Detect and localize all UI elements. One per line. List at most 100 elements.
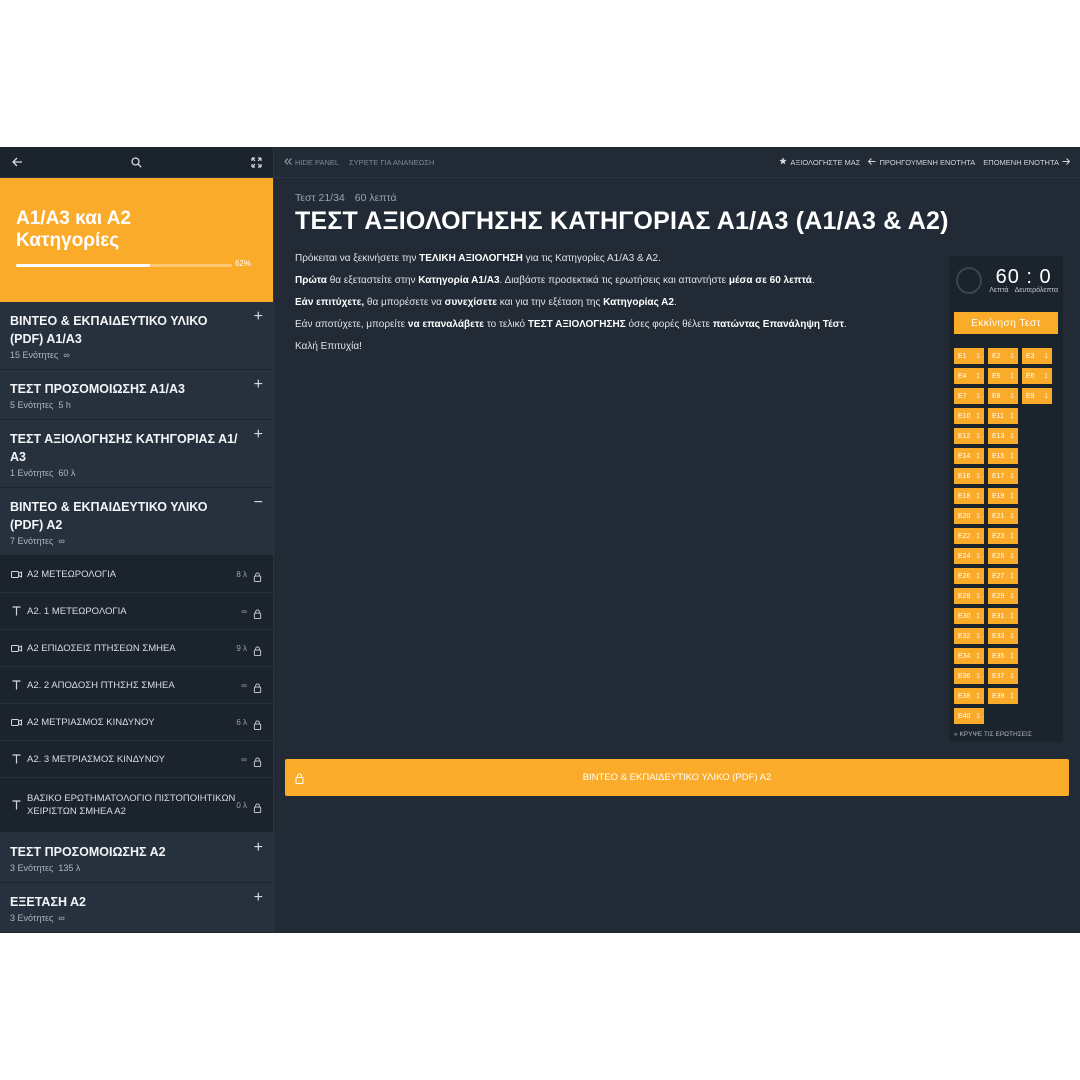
lock-icon [253,606,263,619]
curriculum-section[interactable]: ΕΞΕΤΑΣΗ Α2 3 Ενότητες ∞ + [0,883,273,933]
question-chip[interactable]: Ε33 1 [988,628,1018,644]
question-chip[interactable]: Ε16 1 [954,468,984,484]
text-icon [10,606,22,616]
previous-section-button[interactable]: ΠΡΟΗΓΟΥΜΕΝΗ ΕΝΟΤΗΤΑ [868,158,975,167]
question-chip[interactable]: Ε32 1 [954,628,984,644]
search-icon[interactable] [130,155,144,169]
question-label: Ε35 [992,652,1005,660]
next-section-bar[interactable]: ΒΙΝΤΕΟ & ΕΚΠΑΙΔΕΥΤΙΚΟ ΥΛΙΚΟ (PDF) Α2 [285,759,1069,796]
question-chip[interactable]: Ε11 1 [988,408,1018,424]
question-chip[interactable]: Ε40 1 [954,708,984,724]
question-label: Ε20 [958,512,971,520]
section-toggle-icon[interactable]: + [254,840,263,856]
question-chip[interactable]: Ε3 1 [1022,348,1052,364]
question-label: Ε19 [992,492,1005,500]
text-bold: συνεχίσετε [444,297,497,308]
question-chip[interactable]: Ε19 1 [988,488,1018,504]
expand-icon[interactable] [249,155,263,169]
curriculum-section[interactable]: ΤΕΣΤ ΠΡΟΣΟΜΟΙΩΣΗΣ Α1/Α3 5 Ενότητες 5 h + [0,370,273,420]
back-arrow-icon[interactable] [10,155,24,169]
lesson-item[interactable]: Α2 ΕΠΙΔΟΣΕΙΣ ΠΤΗΣΕΩΝ ΣΜΗΕΑ 9 λ [0,630,273,667]
question-chip[interactable]: Ε17 1 [988,468,1018,484]
lesson-item[interactable]: Α2 ΜΕΤΕΩΡΟΛΟΓΙΑ 8 λ [0,556,273,593]
question-label: Ε39 [992,692,1005,700]
question-points: 1 [1044,372,1048,380]
question-chip[interactable]: Ε29 1 [988,588,1018,604]
question-chip[interactable]: Ε31 1 [988,608,1018,624]
lesson-item[interactable]: ΒΑΣΙΚΟ ΕΡΩΤΗΜΑΤΟΛΟΓΙΟ ΠΙΣΤΟΠΟΙΗΤΙΚΩΝ ΧΕΙ… [0,778,273,833]
curriculum-section[interactable]: ΒΙΝΤΕΟ & ΕΚΠΑΙΔΕΥΤΙΚΟ ΥΛΙΚΟ (PDF) Α1/Α3 1… [0,302,273,370]
sections-bottom: ΤΕΣΤ ΠΡΟΣΟΜΟΙΩΣΗΣ Α2 3 Ενότητες 135 λ + ΕΞΕΤ… [0,833,273,933]
lesson-duration: ∞ [241,606,247,616]
question-chip[interactable]: Ε8 1 [988,388,1018,404]
curriculum-section[interactable]: ΒΙΝΤΕΟ & ΕΚΠΑΙΔΕΥΤΙΚΟ ΥΛΙΚΟ (PDF) Α2 7 Εν… [0,488,273,556]
curriculum-section[interactable]: ΤΕΣΤ ΠΡΟΣΟΜΟΙΩΣΗΣ Α2 3 Ενότητες 135 λ + [0,833,273,883]
question-chip[interactable]: Ε22 1 [954,528,984,544]
instruction-line-5: Καλή Επιτυχία! [295,341,362,352]
question-chip[interactable]: Ε24 1 [954,548,984,564]
question-points: 1 [1010,512,1014,520]
section-meta: 7 Ενότητες ∞ [10,536,263,546]
question-chip[interactable]: Ε30 1 [954,608,984,624]
question-chip[interactable]: Ε6 1 [1022,368,1052,384]
question-chip[interactable]: Ε36 1 [954,668,984,684]
quiz-panel: 60 : 0 Λεπτά Δευτερόλεπτα Εκκίνηση Τεστ … [949,256,1063,742]
question-chip[interactable]: Ε10 1 [954,408,984,424]
question-chip[interactable]: Ε27 1 [988,568,1018,584]
question-chip[interactable]: Ε39 1 [988,688,1018,704]
question-chip[interactable]: Ε2 1 [988,348,1018,364]
lesson-item[interactable]: Α2. 2 ΑΠΟΔΟΣΗ ΠΤΗΣΗΣ ΣΜΗΕΑ ∞ [0,667,273,704]
next-section-bar-label: ΒΙΝΤΕΟ & ΕΚΠΑΙΔΕΥΤΙΚΟ ΥΛΙΚΟ (PDF) Α2 [582,772,772,783]
question-chip[interactable]: Ε4 1 [954,368,984,384]
question-chip[interactable]: Ε1 1 [954,348,984,364]
app-window: Α1/Α3 και Α2 Κατηγορίες 62% ΒΙΝΤΕΟ & ΕΚΠ… [0,147,1080,933]
question-points: 1 [1044,352,1048,360]
lesson-title: Α2. 2 ΑΠΟΔΟΣΗ ΠΤΗΣΗΣ ΣΜΗΕΑ [27,679,175,691]
section-toggle-icon[interactable]: + [254,427,263,443]
question-points: 1 [1010,492,1014,500]
question-chip[interactable]: Ε21 1 [988,508,1018,524]
start-test-button[interactable]: Εκκίνηση Τεστ [954,312,1058,334]
question-points: 1 [1010,612,1014,620]
lesson-item[interactable]: Α2. 1 ΜΕΤΕΩΡΟΛΟΓΙΑ ∞ [0,593,273,630]
hide-questions-button[interactable]: « ΚΡΥΨΕ ΤΙΣ ΕΡΩΤΗΣΕΙΣ [954,731,1058,738]
question-chip[interactable]: Ε38 1 [954,688,984,704]
next-section-button[interactable]: ΕΠΟΜΕΝΗ ΕΝΟΤΗΤΑ [983,158,1071,167]
question-chip[interactable]: Ε9 1 [1022,388,1052,404]
question-chip[interactable]: Ε35 1 [988,648,1018,664]
question-chip[interactable]: Ε12 1 [954,428,984,444]
question-points: 1 [976,552,980,560]
question-chip[interactable]: Ε26 1 [954,568,984,584]
question-chip[interactable]: Ε37 1 [988,668,1018,684]
question-chip[interactable]: Ε28 1 [954,588,984,604]
rate-us-button[interactable]: ΑΞΙΟΛΟΓΗΣΤΕ ΜΑΣ [779,157,860,167]
question-chip[interactable]: Ε34 1 [954,648,984,664]
section-toggle-icon[interactable]: + [254,890,263,906]
question-points: 1 [1010,392,1014,400]
section-toggle-icon[interactable]: + [254,377,263,393]
question-chip[interactable]: Ε25 1 [988,548,1018,564]
lesson-item[interactable]: Α2 ΜΕΤΡΙΑΣΜΟΣ ΚΙΝΔΥΝΟΥ 6 λ [0,704,273,741]
question-points: 1 [976,452,980,460]
section-duration: ∞ [63,350,70,360]
section-toggle-icon[interactable]: + [254,309,263,325]
question-label: Ε33 [992,632,1005,640]
question-chip[interactable]: Ε14 1 [954,448,984,464]
text-icon [10,754,22,764]
lesson-title: Α2 ΕΠΙΔΟΣΕΙΣ ΠΤΗΣΕΩΝ ΣΜΗΕΑ [27,642,176,654]
lesson-item[interactable]: Α2. 3 ΜΕΤΡΙΑΣΜΟΣ ΚΙΝΔΥΝΟΥ ∞ [0,741,273,778]
question-chip[interactable]: Ε13 1 [988,428,1018,444]
question-chip[interactable]: Ε15 1 [988,448,1018,464]
question-chip[interactable]: Ε7 1 [954,388,984,404]
curriculum-section[interactable]: ΤΕΣΤ ΑΞΙΟΛΟΓΗΣΗΣ ΚΑΤΗΓΟΡΙΑΣ Α1/Α3 1 Ενότη… [0,420,273,488]
question-chip[interactable]: Ε20 1 [954,508,984,524]
hide-panel-button[interactable]: HIDE PANEL [284,158,339,167]
question-chip[interactable]: Ε5 1 [988,368,1018,384]
question-row: Ε24 1 Ε25 1 [954,548,1058,564]
lesson-duration: 6 λ [236,717,247,727]
question-row: Ε40 1 [954,708,1058,724]
question-label: Ε16 [958,472,971,480]
question-chip[interactable]: Ε23 1 [988,528,1018,544]
question-chip[interactable]: Ε18 1 [954,488,984,504]
section-toggle-icon[interactable]: − [254,495,263,511]
